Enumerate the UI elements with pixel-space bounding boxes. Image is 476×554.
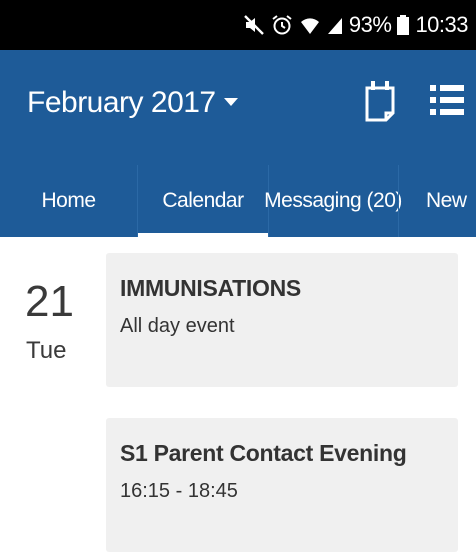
calendar-button[interactable] — [364, 80, 396, 122]
event-time: All day event — [120, 315, 235, 337]
calendar-icon — [365, 81, 395, 122]
mute-icon — [244, 15, 264, 35]
month-title: February 2017 — [27, 86, 216, 119]
tab-new[interactable]: New — [426, 165, 467, 237]
tab-label: Home — [41, 189, 96, 212]
tab-label: New — [426, 189, 467, 212]
day-number: 21 — [25, 277, 74, 326]
wifi-icon — [300, 18, 319, 34]
event-time: 16:15 - 18:45 — [120, 480, 238, 502]
app-bar: February 2017 — [0, 50, 476, 165]
tab-bar: Home Calendar Messaging (20) New — [0, 165, 476, 237]
list-view-button[interactable] — [430, 82, 464, 118]
list-icon — [430, 85, 464, 115]
tab-label: Messaging (20) — [264, 189, 402, 212]
tab-messaging[interactable]: Messaging (20) — [264, 165, 402, 237]
battery-icon — [397, 15, 410, 35]
event-title: IMMUNISATIONS — [120, 275, 301, 301]
month-selector[interactable]: February 2017 — [27, 84, 238, 122]
tab-home[interactable]: Home — [0, 165, 137, 237]
tab-calendar[interactable]: Calendar — [138, 165, 268, 237]
battery-percent: 93% — [348, 12, 392, 37]
alarm-icon — [272, 15, 292, 35]
caret-down-icon — [223, 98, 238, 106]
status-bar: 93% 10:33 — [0, 0, 476, 50]
status-icons: 93% 10:33 — [243, 0, 468, 50]
calendar-day-view: 21 Tue IMMUNISATIONS All day event S1 Pa… — [0, 237, 476, 554]
event-card-immunisations[interactable]: IMMUNISATIONS All day event — [106, 253, 458, 387]
event-card-parent-evening[interactable]: S1 Parent Contact Evening 16:15 - 18:45 — [106, 418, 458, 552]
clock-time: 10:33 — [415, 12, 468, 37]
tab-label: Calendar — [162, 189, 244, 212]
signal-icon — [327, 18, 342, 34]
event-title: S1 Parent Contact Evening — [120, 440, 407, 466]
day-weekday: Tue — [26, 337, 67, 364]
tab-divider — [398, 165, 399, 237]
